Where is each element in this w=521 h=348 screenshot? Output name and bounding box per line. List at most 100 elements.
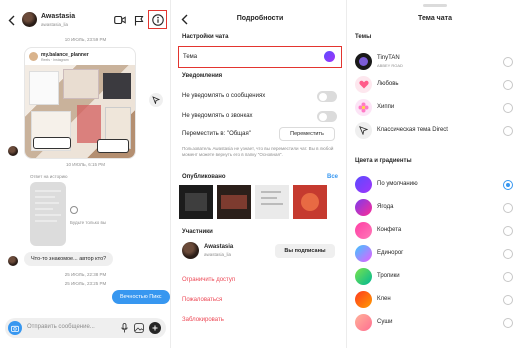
- sheet-handle[interactable]: [423, 4, 447, 7]
- theme-item[interactable]: Хиппи: [349, 98, 521, 118]
- heart-icon: [355, 76, 372, 93]
- color-swatch: [355, 199, 372, 216]
- theme-item-label: Классическая тема Direct: [377, 127, 448, 133]
- story-preview[interactable]: [30, 182, 66, 246]
- move-label: Переместить в: "Общая": [182, 131, 251, 137]
- report-button[interactable]: Пожаловаться: [182, 297, 222, 303]
- sender-avatar: [8, 146, 18, 156]
- color-theme-radio[interactable]: [503, 318, 513, 328]
- story-reply-label: Будьте только вы: [70, 220, 107, 225]
- color-theme-item[interactable]: Клен: [349, 290, 521, 310]
- color-theme-label: Конфета: [377, 227, 402, 233]
- details-panel: Подробности Настройки чата Тема Уведомле…: [173, 0, 347, 348]
- info-icon[interactable]: [151, 13, 164, 26]
- chat-username[interactable]: Awastasia: [41, 13, 75, 20]
- color-swatch: [355, 268, 372, 285]
- color-theme-label: Тропики: [377, 273, 400, 279]
- story-caption: Ответ на историю: [30, 174, 68, 179]
- color-theme-item[interactable]: По умолчанию: [349, 175, 521, 195]
- mute-messages-toggle[interactable]: [317, 91, 337, 102]
- color-theme-item[interactable]: Единорог: [349, 244, 521, 264]
- color-theme-item[interactable]: Тропики: [349, 267, 521, 287]
- color-theme-item[interactable]: Ягода: [349, 198, 521, 218]
- mute-calls-toggle[interactable]: [317, 111, 337, 122]
- restrict-button[interactable]: Ограничить доступ: [182, 277, 235, 283]
- color-theme-label: Клен: [377, 296, 391, 302]
- section-notifications: Уведомления: [182, 73, 223, 79]
- media-thumbnail[interactable]: [179, 185, 213, 219]
- page-title: Подробности: [236, 15, 284, 22]
- chat-panel: Awastasia awastasia_lia 10 ИЮЛЬ, 23:59 P…: [0, 0, 171, 348]
- color-theme-label: Единорог: [377, 250, 404, 256]
- published-all-link[interactable]: Все: [327, 174, 338, 180]
- color-theme-radio[interactable]: [503, 180, 513, 190]
- theme-panel: Тема чата Темы TinyTAN ABBEY ROAD Любовь…: [349, 0, 521, 348]
- post-image: [25, 65, 135, 158]
- chat-timestamp: 25 ИЮЛЬ, 22:38 PM: [64, 272, 107, 277]
- theme-radio[interactable]: [503, 103, 513, 113]
- theme-item-label: Хиппи: [377, 104, 395, 110]
- theme-label[interactable]: Тема: [183, 54, 197, 60]
- participant-handle: awastasia_lia: [204, 252, 232, 257]
- post-account-avatar: [29, 52, 38, 61]
- color-swatch: [355, 314, 372, 331]
- sent-message[interactable]: Вечностью Пикс: [112, 290, 170, 304]
- direct-icon: [355, 122, 372, 139]
- color-theme-radio[interactable]: [503, 249, 513, 259]
- color-theme-radio[interactable]: [503, 226, 513, 236]
- message-input-bar[interactable]: Отправить сообщение...: [5, 318, 166, 338]
- theme-item[interactable]: TinyTAN ABBEY ROAD: [349, 52, 521, 72]
- following-button[interactable]: Вы подписаны: [275, 244, 335, 258]
- color-theme-item[interactable]: Конфета: [349, 221, 521, 241]
- camera-icon[interactable]: [8, 321, 22, 335]
- color-swatch: [355, 245, 372, 262]
- color-swatch: [355, 176, 372, 193]
- participants-label: Участники: [182, 229, 213, 235]
- theme-item-label: TinyTAN: [377, 55, 400, 61]
- media-thumbnail[interactable]: [293, 185, 327, 219]
- theme-highlight: [178, 46, 342, 68]
- gallery-icon[interactable]: [133, 322, 145, 334]
- tinytan-icon: [355, 53, 372, 70]
- reply-icon: [70, 206, 78, 214]
- chat-timestamp: 25 ИЮЛЬ, 23:25 PM: [64, 281, 107, 286]
- theme-item-label: Любовь: [377, 81, 399, 87]
- video-call-icon[interactable]: [114, 14, 126, 26]
- section-themes: Темы: [355, 34, 372, 40]
- theme-radio[interactable]: [503, 126, 513, 136]
- avatar[interactable]: [22, 12, 37, 27]
- move-button[interactable]: Переместить: [279, 127, 335, 141]
- message-input[interactable]: Отправить сообщение...: [27, 324, 95, 330]
- received-message[interactable]: Что-то знакомое... автор кто?: [24, 252, 114, 266]
- shared-post-card[interactable]: my.balance_planner Reels · Instagram: [24, 47, 136, 159]
- participant-name[interactable]: Awastasia: [204, 244, 233, 250]
- color-theme-radio[interactable]: [503, 295, 513, 305]
- color-theme-label: По умолчанию: [377, 181, 418, 187]
- back-arrow-icon[interactable]: [6, 14, 16, 26]
- flower-icon: [355, 99, 372, 116]
- theme-radio[interactable]: [503, 80, 513, 90]
- published-label: Опубликовано: [182, 174, 226, 180]
- section-colors: Цвета и градиенты: [355, 158, 412, 164]
- add-icon[interactable]: [149, 322, 161, 334]
- chat-timestamp: 10 ИЮЛЬ, 23:59 PM: [64, 37, 107, 42]
- theme-color-swatch[interactable]: [324, 51, 335, 62]
- theme-item-sub: ABBEY ROAD: [377, 63, 403, 68]
- theme-item[interactable]: Классическая тема Direct: [349, 121, 521, 141]
- share-icon[interactable]: [149, 93, 163, 107]
- color-swatch: [355, 291, 372, 308]
- media-thumbnail[interactable]: [217, 185, 251, 219]
- flag-icon[interactable]: [133, 14, 145, 26]
- post-account-sub: Reels · Instagram: [41, 58, 69, 62]
- color-theme-radio[interactable]: [503, 203, 513, 213]
- block-button[interactable]: Заблокировать: [182, 317, 224, 323]
- theme-item[interactable]: Любовь: [349, 75, 521, 95]
- microphone-icon[interactable]: [119, 322, 129, 334]
- theme-radio[interactable]: [503, 57, 513, 67]
- color-theme-radio[interactable]: [503, 272, 513, 282]
- media-thumbnail[interactable]: [255, 185, 289, 219]
- chat-read-time: 10 ИЮЛЬ, 6:15 PM: [66, 162, 105, 167]
- participant-avatar[interactable]: [182, 242, 199, 259]
- color-theme-item[interactable]: Суши: [349, 313, 521, 333]
- move-hint: Пользователь Awastasia не узнает, что вы…: [182, 146, 334, 157]
